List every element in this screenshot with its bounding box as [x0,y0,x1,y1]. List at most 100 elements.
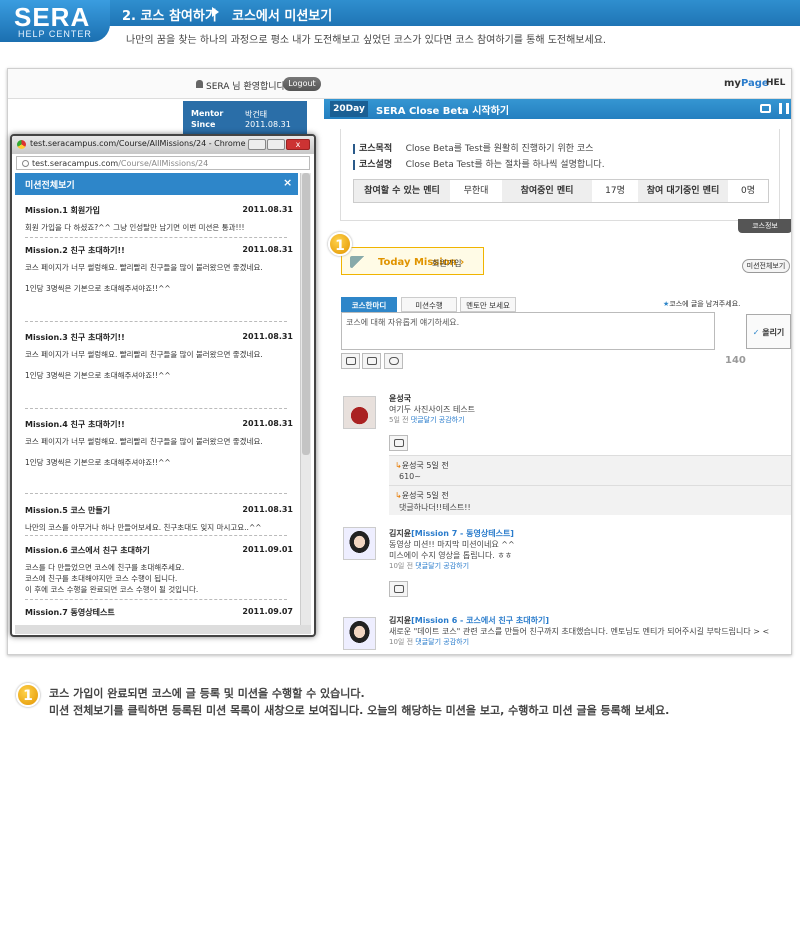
feed-item: 김지윤[Mission 7 - 동영상테스트] 동영상 미션!! 마지막 미션이… [389,528,789,571]
logout-button[interactable]: Logout [283,77,321,91]
mission-item: Mission.3 친구 초대하기!! 2011.08.31 코스 페이지가 너… [25,332,293,381]
feed-item: 윤성국 여기두 사진사이즈 테스트 5일 전 댓글달기 공감하기 [389,393,789,425]
day-badge: 20Day [330,101,368,117]
mission-list-popup-window: test.seracampus.com/Course/AllMissions/2… [10,134,316,637]
feed-meta: 10일 전 댓글달기 공감하기 [389,637,791,647]
feed-mission-tag: [Mission 6 - 코스에서 친구 초대하기] [411,616,549,625]
reply-item: ↳윤성국 5일 전 610~ [389,455,791,485]
popup-horizontal-scrollbar[interactable] [15,625,311,634]
reply-author: ↳윤성국 5일 전 [395,490,449,501]
help-link[interactable]: HEL [766,78,785,88]
feed-author[interactable]: 김지윤[Mission 6 - 코스에서 친구 초대하기] [389,615,791,626]
purpose-value: Close Beta를 Test를 원활히 진행하기 위한 코스 [405,144,594,154]
mission-item: Mission.2 친구 초대하기!! 2011.08.31 코스 페이지가 너… [25,245,293,294]
chrome-icon [17,140,26,149]
stat-label: 참여할 수 있는 멘티 [354,180,450,202]
desc-label: 코스설명 [353,160,393,170]
mypage-my: my [724,78,741,89]
tab-mission[interactable]: 미션수행 [401,297,457,312]
post-button-label: 올리기 [762,328,785,337]
stat-label: 참여중인 멘티 [502,180,592,202]
today-mission-box[interactable]: Today Mission › 회원가입 [341,247,484,275]
mission-date: 2011.08.31 [242,419,293,428]
reply-link[interactable]: 댓글달기 [415,562,441,570]
breadcrumb-arrow-icon [212,7,219,17]
camera-icon [394,439,404,447]
popup-titlebar[interactable]: test.seracampus.com/Course/AllMissions/2… [12,136,314,154]
window-close-button[interactable]: x [286,139,310,150]
link-icon [389,357,399,365]
close-icon[interactable]: × [283,176,292,189]
tab-course-comment[interactable]: 코스한마디 [341,297,397,312]
purpose-row: 코스목적 Close Beta를 Test를 원활히 진행하기 위한 코스 [353,141,593,154]
course-title: SERA Close Beta 시작하기 [376,106,510,117]
stats-icon[interactable] [779,103,789,114]
feed-mission-tag: [Mission 7 - 동영상테스트] [411,529,514,538]
feed-time: 10일 전 [389,562,414,570]
mypage-link[interactable]: myPage [724,78,769,89]
mission-text: 1인당 3명씩은 기본으로 초대해주셔야죠!!^^ [25,458,171,467]
address-bar[interactable]: test.seracampus.com/Course/AllMissions/2… [16,156,310,170]
post-textarea[interactable]: 코스에 대해 자유롭게 얘기하세요. [341,312,715,350]
url-path: /Course/AllMissions/24 [118,159,209,168]
like-link[interactable]: 공감하기 [443,638,469,646]
popup-title: 미션전체보기 [25,181,75,191]
write-hint: ★코스에 글을 남겨주세요. [663,299,740,309]
today-mission-name: 회원가입 [432,259,462,268]
link-attach-button[interactable] [384,353,403,369]
breadcrumb-section: 2. 코스 참여하기 [122,9,217,24]
feed-text: 미스에이 수지 영상을 톱립니다. ㅎㅎ [389,551,513,560]
comment-icon[interactable] [760,104,771,113]
photo-attach-button[interactable] [362,353,381,369]
reply-link[interactable]: 댓글달기 [411,416,437,424]
mission-text: 1인당 3명씩은 기본으로 초대해주셔야죠!!^^ [25,284,171,293]
avatar[interactable] [343,396,376,429]
avatar[interactable] [343,527,376,560]
minimize-button[interactable] [248,139,266,150]
reply-link[interactable]: 댓글달기 [415,638,441,646]
post-button[interactable]: ✓ 올리기 [746,314,791,349]
course-info-tab[interactable]: 코스정보 [738,219,791,233]
page-subtitle: 나만의 꿈을 찾는 하나의 과정으로 평소 내가 도전해보고 싶었던 코스가 있… [126,35,607,46]
mission-text: 코스 페이지가 너무 썰렁해요. 빨리빨리 친구들을 많이 불러왔으면 좋겠네요… [25,350,263,359]
feed-text: 여기두 사진사이즈 테스트 [389,405,476,414]
avatar[interactable] [343,617,376,650]
feed-author[interactable]: 김지윤[Mission 7 - 동영상테스트] [389,528,789,539]
check-icon: ✓ [752,328,760,337]
photo-thumbnail[interactable] [389,435,408,451]
feed-author[interactable]: 윤성국 [389,393,789,404]
desc-value: Close Beta Test를 하는 절차를 하나씩 설명합니다. [405,160,605,170]
like-link[interactable]: 공감하기 [439,416,465,424]
step-badge: 1 [16,683,40,707]
reply-author: ↳윤성국 5일 전 [395,460,449,471]
divider [25,321,287,322]
divider [25,493,287,494]
like-link[interactable]: 공감하기 [443,562,469,570]
sera-logo: SERA HELP CENTER [0,0,110,42]
purpose-label: 코스목적 [353,144,393,154]
video-thumbnail[interactable] [389,581,408,597]
popup-window-title: test.seracampus.com/Course/AllMissions/2… [30,139,246,148]
divider [25,408,287,409]
reply-text: 610~ [399,472,421,481]
maximize-button[interactable] [267,139,285,150]
course-stats-table: 참여할 수 있는 멘티 무한대 참여중인 멘티 17명 참여 대기중인 멘티 0… [353,179,769,203]
url-text: test.seracampus.com/Course/AllMissions/2… [32,159,208,168]
video-attach-button[interactable] [341,353,360,369]
tab-mentor-only[interactable]: 멘토만 보세요 [460,297,516,312]
mission-text: 코스에 친구를 초대해야지만 코스 수행이 됩니다. [25,574,178,583]
plane-icon [350,256,374,268]
caption-line: 코스 가입이 완료되면 코스에 글 등록 및 미션을 수행할 수 있습니다. [49,687,365,700]
mission-date: 2011.09.01 [242,545,293,554]
divider [25,237,287,238]
step-badge: 1 [328,232,352,256]
feed-author-name: 김지윤 [389,529,412,538]
mission-date: 2011.08.31 [242,245,293,254]
mission-date: 2011.08.31 [242,205,293,214]
popup-scrollbar[interactable] [300,173,311,625]
mission-text: 코스를 다 만들었으면 코스에 친구를 초대해주세요. [25,563,185,572]
scrollbar-thumb[interactable] [302,173,310,455]
reply-author-text: 윤성국 5일 전 [401,461,449,470]
all-missions-button[interactable]: 미션전체보기 [742,259,790,273]
since-date: 2011.08.31 [245,120,291,129]
